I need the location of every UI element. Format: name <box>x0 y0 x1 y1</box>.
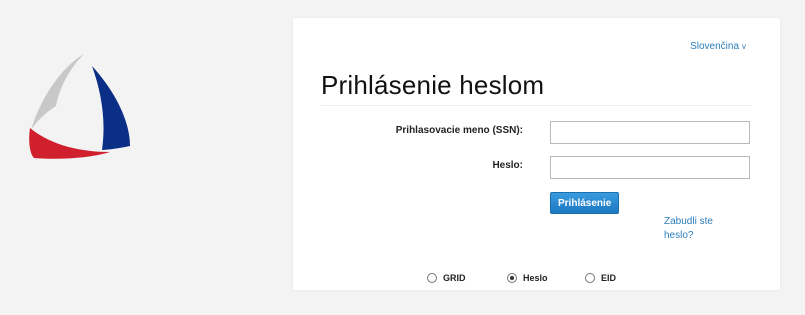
login-method-selector: GRID Heslo EID <box>293 273 780 287</box>
radio-heslo[interactable] <box>507 273 517 283</box>
language-label: Slovenčina <box>690 41 739 52</box>
method-option-grid[interactable]: GRID <box>427 273 466 283</box>
method-label-eid: EID <box>601 273 617 283</box>
radio-eid[interactable] <box>585 273 595 283</box>
chevron-down-icon: v <box>742 42 746 51</box>
page-title: Prihlásenie heslom <box>321 70 545 100</box>
radio-grid[interactable] <box>427 273 437 283</box>
password-input[interactable] <box>550 156 750 179</box>
username-label: Prihlasovacie meno (SSN): <box>395 125 523 136</box>
password-label: Heslo: <box>492 160 523 171</box>
app-logo <box>29 54 130 159</box>
title-divider <box>321 105 752 106</box>
logo-blue-segment <box>92 66 130 150</box>
language-selector[interactable]: Slovenčina v <box>690 41 746 52</box>
username-input[interactable] <box>550 121 750 144</box>
logo-gray-segment <box>31 54 84 130</box>
method-label-heslo: Heslo <box>523 273 548 283</box>
login-card: Slovenčina v Prihlásenie heslom Prihlasov… <box>293 18 780 290</box>
login-button[interactable]: Prihlásenie <box>550 192 620 214</box>
method-label-grid: GRID <box>443 273 466 283</box>
logo-red-segment <box>29 128 110 159</box>
method-option-eid[interactable]: EID <box>585 273 616 283</box>
forgot-password-link[interactable]: Zabudli ste heslo? <box>664 215 724 243</box>
method-option-heslo[interactable]: Heslo <box>507 273 548 283</box>
